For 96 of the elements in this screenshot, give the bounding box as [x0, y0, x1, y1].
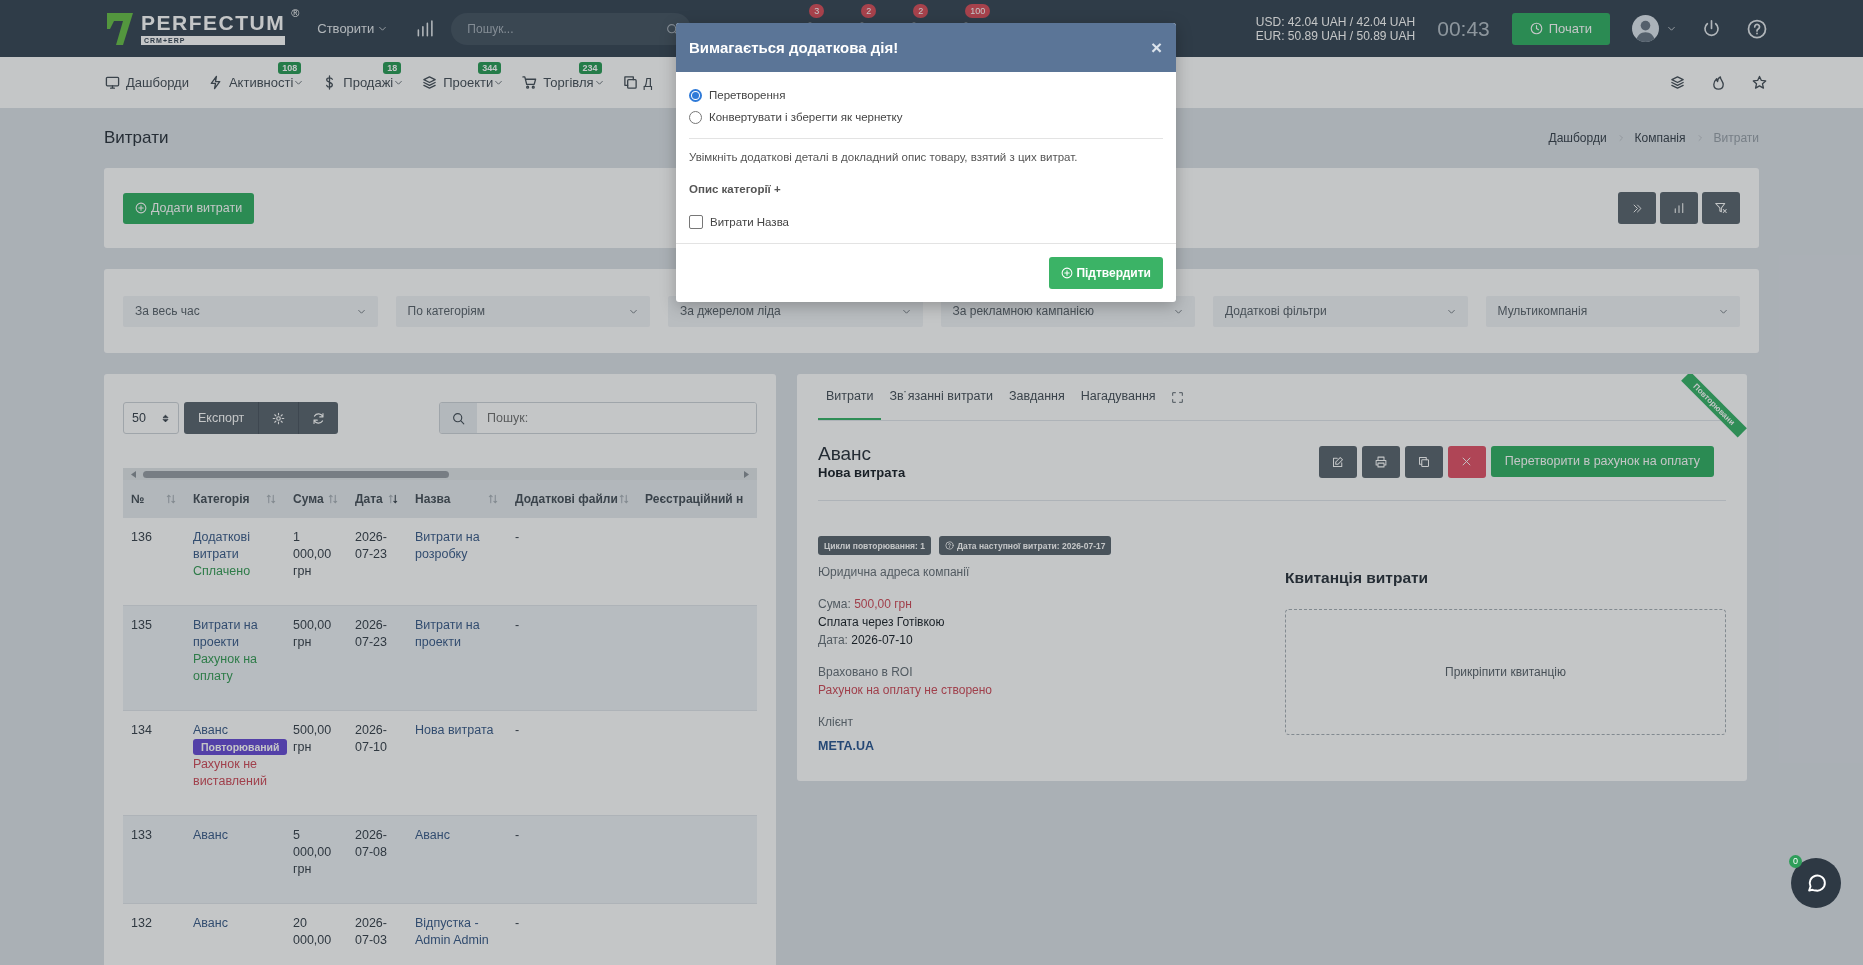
payment-method: Сплата через Готівкою: [818, 614, 946, 631]
filter-dropdown[interactable]: По категоріям: [395, 295, 650, 327]
radio-option[interactable]: Перетворення: [689, 84, 1163, 106]
page-size-select[interactable]: 50: [123, 402, 179, 434]
expense-subtitle: Нова витрата: [818, 465, 906, 480]
expense-link[interactable]: Витрати на розробку: [415, 529, 499, 563]
table-cell: 2026-07-08: [347, 815, 407, 904]
table-cell: 2026-07-10: [347, 710, 407, 816]
table-search-field[interactable]: Пошук:: [439, 402, 757, 434]
amount-value: 500,00 грн: [854, 597, 912, 611]
registered-mark: ®: [291, 6, 300, 19]
tab[interactable]: Витрати: [818, 374, 882, 420]
status-text: Рахунок на оплату: [193, 651, 259, 685]
table-cell: -: [507, 710, 637, 816]
close-button[interactable]: ×: [1150, 36, 1162, 59]
nav-item[interactable]: Активності: [207, 75, 304, 90]
date-label: Дата:: [818, 633, 848, 647]
recurring-badge: Повторюваний: [193, 739, 288, 755]
table-cell: 500,00 грн: [285, 710, 347, 816]
nav-item[interactable]: Дашборди: [105, 75, 189, 90]
table-cell: 134: [123, 710, 185, 816]
notification-badge: 2: [861, 3, 877, 18]
dialog-description: Увімкніть додаткові деталі в докладний опис товару, взятий з цих витрат.: [689, 151, 1079, 163]
count-badge: 108: [278, 62, 302, 74]
client-link[interactable]: META.UA: [818, 737, 874, 755]
info-tag: Дата наступної витрати: 2026-07-17: [938, 536, 1112, 555]
date-value: 2026-07-10: [851, 633, 913, 647]
nav-item[interactable]: Д: [622, 75, 653, 90]
receipt-title: Квитанція витрати: [1285, 569, 1430, 587]
currency-rate: USD: 42.04 UAH / 42.04 UAH: [1255, 14, 1416, 29]
page-title: Витрати: [104, 128, 169, 148]
notification-badge: 100: [965, 3, 991, 18]
dialog-title: Вимагається додаткова дія!: [689, 39, 899, 56]
table-cell: 2026-07-23: [347, 518, 407, 606]
nav-item[interactable]: Торгівля: [522, 75, 604, 90]
status-text: Сплачено: [193, 563, 252, 580]
timer: 00:43: [1437, 16, 1490, 41]
section-title: Опис категорії +: [689, 183, 782, 195]
column-header[interactable]: Сума: [293, 492, 324, 506]
notification-badge: 2: [913, 3, 929, 18]
nav-item[interactable]: Проекти: [422, 75, 504, 90]
filter-dropdown[interactable]: Додаткові фільтри: [1213, 295, 1468, 327]
expense-link[interactable]: Нова витрата: [415, 722, 499, 739]
table-cell: -: [507, 815, 637, 904]
column-header[interactable]: Дата: [355, 492, 383, 506]
table-cell: 20 000,00: [285, 903, 347, 965]
expense-link[interactable]: Аванс: [415, 827, 499, 844]
filter-dropdown[interactable]: Мультикомпанія: [1485, 295, 1740, 327]
tab[interactable]: Нагадування: [1072, 374, 1164, 420]
status-text: Рахунок не виставлений: [193, 756, 268, 790]
chat-badge: 0: [1789, 855, 1802, 868]
breadcrumb-item[interactable]: Компанія: [1634, 131, 1686, 145]
receipt-dropzone[interactable]: Прикріпити квитанцію: [1285, 609, 1726, 735]
add-expense-button[interactable]: Додати витрати: [123, 192, 255, 224]
table-cell: 136: [123, 518, 185, 606]
count-badge: 344: [478, 62, 502, 74]
table-cell: 2026-07-03: [347, 903, 407, 965]
checkbox-option[interactable]: Витрати Назва: [689, 211, 1163, 233]
tab[interactable]: Зв˙язанні витрати: [881, 374, 1001, 420]
nav-item[interactable]: Продажі: [322, 75, 404, 90]
table-cell: 2026-07-23: [347, 605, 407, 711]
table-cell: 133: [123, 815, 185, 904]
company-address: Юридична адреса компанії: [818, 564, 971, 581]
category-link[interactable]: Аванс: [193, 915, 277, 932]
radio-option[interactable]: Конвертувати і зберегти як чернетку: [689, 106, 1163, 128]
table-cell: -: [507, 518, 637, 606]
category-link[interactable]: Додаткові витрати: [193, 529, 277, 563]
table-cell: -: [507, 605, 637, 711]
category-link[interactable]: Аванс: [193, 827, 277, 844]
category-link[interactable]: Витрати на проекти: [193, 617, 277, 651]
table-cell: 500,00 грн: [285, 605, 347, 711]
category-link[interactable]: Аванс: [193, 722, 277, 739]
count-badge: 234: [578, 62, 602, 74]
table-cell: 135: [123, 605, 185, 711]
expense-link[interactable]: Відпустка - Admin Admin: [415, 915, 499, 949]
invoice-status: Рахунок на оплату не створено: [818, 682, 994, 699]
expense-title: Аванс: [818, 443, 873, 465]
column-header[interactable]: №: [131, 492, 145, 506]
currency-rate: EUR: 50.89 UAH / 50.89 UAH: [1255, 28, 1416, 43]
table-cell: 1 000,00 грн: [285, 518, 347, 606]
roi-text: Враховано в ROI: [818, 664, 914, 681]
create-menu[interactable]: Створити: [311, 20, 394, 37]
column-header[interactable]: Назва: [415, 492, 451, 506]
filter-dropdown[interactable]: За весь час: [123, 295, 378, 327]
table-cell: 5 000,00 грн: [285, 815, 347, 904]
table-cell: -: [507, 903, 637, 965]
notification-badge: 3: [809, 3, 825, 18]
logo-text: PERFECTUM: [141, 12, 286, 33]
amount-label: Сума:: [818, 597, 851, 611]
table-cell: 132: [123, 903, 185, 965]
client-label: Клієнт: [818, 714, 854, 731]
confirm-button[interactable]: Підтвердити: [1049, 257, 1163, 289]
count-badge: 18: [383, 62, 402, 74]
info-tag: Цикли повторювання: 1: [818, 536, 931, 555]
breadcrumb-item[interactable]: Дашборди: [1548, 131, 1607, 145]
tab[interactable]: Завдання: [1000, 374, 1073, 420]
